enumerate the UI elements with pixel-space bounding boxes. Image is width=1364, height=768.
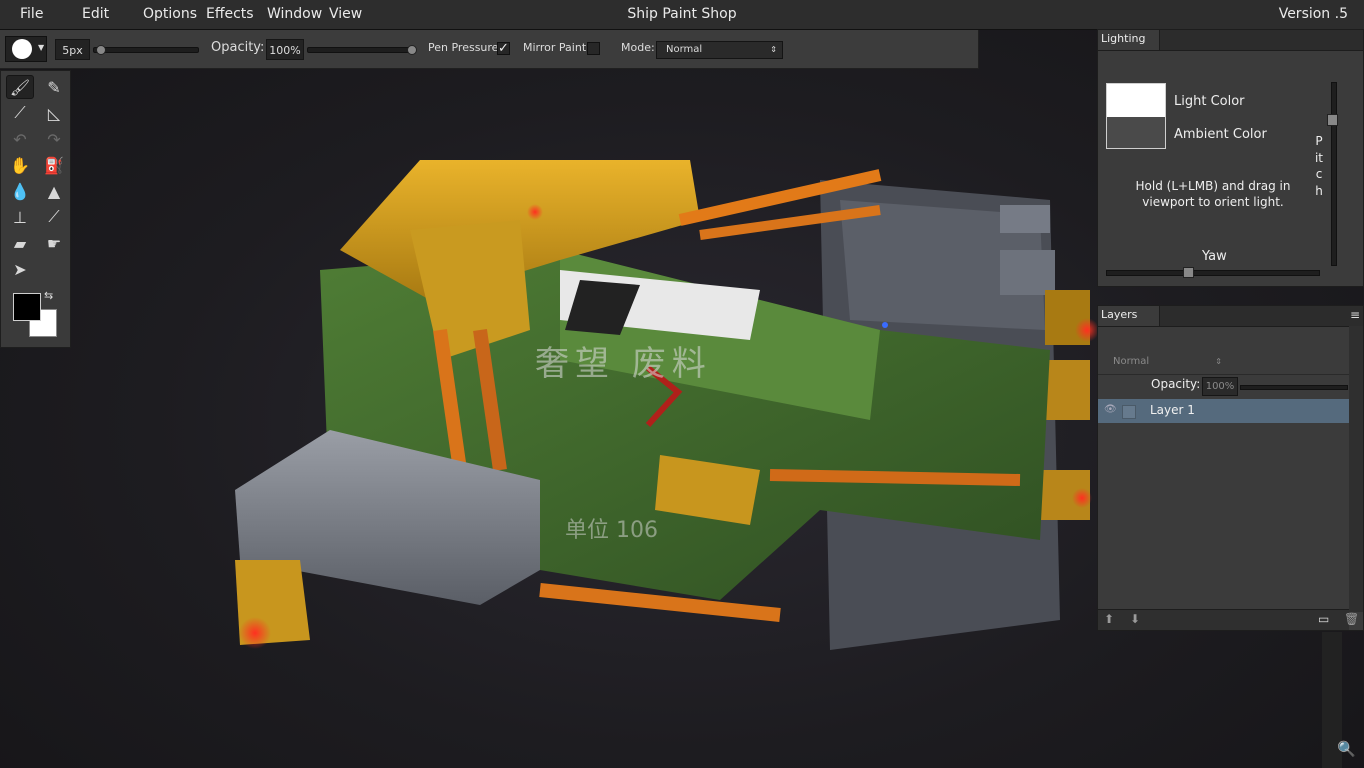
pointer-icon[interactable]: ➤ [6,257,34,281]
select-arrows-icon: ⇕ [770,45,777,54]
pitch-label: Pitch [1314,134,1324,198]
pen-pressure-checkbox[interactable]: ✓ [497,42,510,55]
ambient-color-label: Ambient Color [1174,127,1267,142]
layer-opacity-field[interactable]: 100% [1202,377,1238,396]
airbrush-icon[interactable]: ◺ [40,101,68,125]
mirror-paint-checkbox[interactable] [587,42,600,55]
smudge-finger-icon[interactable]: ☛ [40,231,68,255]
stamp-icon[interactable]: ⊥ [6,205,34,229]
layer-opacity-label: Opacity: [1151,377,1201,391]
new-layer-icon[interactable]: ▭ [1318,612,1329,626]
brush-size-slider-knob[interactable] [96,45,106,55]
tab-lighting[interactable]: Lighting [1098,30,1161,50]
pitch-slider[interactable] [1331,82,1337,266]
light-color-swatches [1106,83,1166,149]
menu-window[interactable]: Window [267,6,322,22]
chevron-down-icon: ▼ [38,43,45,52]
light-hint-text: Hold (L+LMB) and drag in viewport to ori… [1135,179,1291,209]
pen-pressure-label: Pen Pressure [428,41,499,54]
layer-thumbnail [1122,405,1136,419]
opacity-slider-knob[interactable] [407,45,417,55]
fill-bucket-icon[interactable]: ⛽ [40,153,68,177]
brush-icon[interactable]: 🖌 [6,75,34,99]
layer-blend-select[interactable]: Normal ⇕ [1104,353,1227,370]
tool-options-bar: ▼ 5px Opacity: 100% Pen Pressure ✓ Mirro… [0,30,979,69]
yaw-slider-knob[interactable] [1183,267,1194,278]
mirror-paint-label: Mirror Paint [523,41,587,54]
swap-colors-icon[interactable]: ⇆ [44,289,53,302]
layer-opacity-slider[interactable] [1240,385,1348,390]
undo-icon[interactable]: ↶ [6,127,34,151]
smudge-icon[interactable]: ⟋ [6,101,34,125]
pencil-icon[interactable]: ✎ [40,75,68,99]
light-color-box[interactable] [1107,84,1165,117]
layer-row[interactable]: 👁 Layer 1 [1098,399,1349,423]
pitch-slider-knob[interactable] [1327,114,1338,126]
move-layer-up-icon[interactable]: ⬆ [1104,612,1114,626]
tab-layers[interactable]: Layers [1098,306,1161,326]
layers-panel: Layers ≡ Normal ⇕ Opacity: 100% 👁 Layer … [1097,305,1364,631]
mode-label: Mode: [621,41,655,54]
visibility-eye-icon[interactable]: 👁 [1104,404,1117,415]
layer-blend-value: Normal [1113,356,1150,367]
lighting-panel: Lighting Light Color Ambient Color Hold … [1097,29,1364,287]
menu-file[interactable]: File [20,6,43,22]
delete-layer-icon[interactable]: 🗑 [1344,612,1359,626]
light-color-label: Light Color [1174,94,1245,109]
opacity-field[interactable]: 100% [266,39,304,60]
yaw-label: Yaw [1202,249,1227,264]
layers-footer: ⬆ ⬇ ▭ 🗑 [1098,609,1359,630]
menu-bar: File Edit Options Effects Window View Sh… [0,0,1364,30]
eraser-icon[interactable]: ▰ [6,231,34,255]
toolbox: 🖌 ✎ ⟋ ◺ ↶ ↷ ✋ ⛽ 💧 ▲ ⊥ ⟋ ▰ ☛ ➤ ⇆ [0,70,71,348]
version-label: Version .5 [1278,6,1348,22]
zoom-icon[interactable]: 🔍 [1337,740,1356,758]
ambient-color-box[interactable] [1107,117,1165,148]
menu-effects[interactable]: Effects [206,6,254,22]
panel-menu-icon[interactable]: ≡ [1350,308,1360,322]
menu-edit[interactable]: Edit [82,6,109,22]
hand-icon[interactable]: ✋ [6,153,34,177]
mode-select-value: Normal [666,44,703,55]
blur-drop-icon[interactable]: 💧 [6,179,34,203]
layers-divider [1098,374,1349,375]
foreground-color-swatch[interactable] [13,293,41,321]
opacity-label: Opacity: [211,40,265,55]
hull-marking-bottom: 单位 106 [565,518,658,543]
layers-scrollbar[interactable] [1349,326,1363,612]
yaw-slider[interactable] [1106,270,1320,276]
redo-icon[interactable]: ↷ [40,127,68,151]
select-arrows-icon: ⇕ [1215,357,1222,366]
brush-shape-picker[interactable]: ▼ [5,36,47,62]
opacity-slider[interactable] [307,45,417,55]
layer-name: Layer 1 [1150,403,1195,417]
brush-tip-icon [12,39,32,59]
menu-view[interactable]: View [329,6,362,22]
brush-size-field[interactable]: 5px [55,39,90,60]
menu-options[interactable]: Options [143,6,197,22]
brush-size-slider[interactable] [93,45,199,55]
sharpen-icon[interactable]: ▲ [40,179,68,203]
eyedropper-icon[interactable]: ⟋ [40,205,68,229]
hull-marking-top: 奢望 废料 [535,344,712,384]
move-layer-down-icon[interactable]: ⬇ [1130,612,1140,626]
mode-select[interactable]: Normal ⇕ [656,41,783,59]
app-title: Ship Paint Shop [627,6,737,22]
